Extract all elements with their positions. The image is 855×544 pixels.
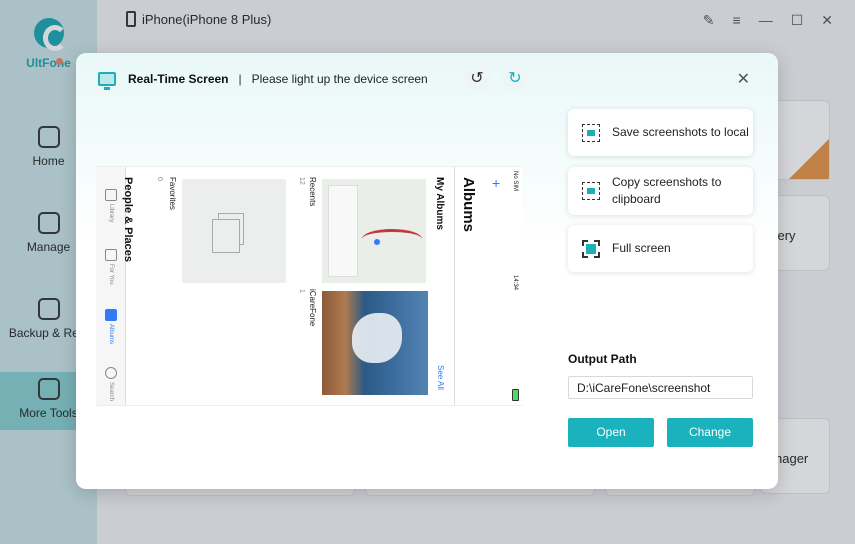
device-screen-preview[interactable]: Library For You Albums Search People & P… <box>96 166 522 406</box>
favorites-label: Favorites <box>168 177 177 210</box>
see-all-link: See All <box>436 365 445 390</box>
ios-tab-library: Library <box>100 189 122 222</box>
save-screenshot-icon <box>582 123 600 142</box>
dialog-subtitle: Please light up the device screen <box>251 72 428 86</box>
battery-icon <box>512 389 519 401</box>
albums-icon <box>105 309 117 321</box>
add-album-icon: + <box>492 175 501 191</box>
recents-label: Recents <box>308 177 317 207</box>
for-you-icon <box>105 249 117 261</box>
rotate-left-icon: ↺ <box>470 70 484 87</box>
ios-tab-search: Search <box>100 367 122 401</box>
ios-tab-albums: Albums <box>100 309 122 344</box>
recents-count: 12 <box>298 177 305 185</box>
my-albums-heading: My Albums <box>434 177 445 230</box>
change-button[interactable]: Change <box>667 418 753 447</box>
rotate-button[interactable]: ↺ <box>464 65 490 91</box>
copy-screenshot-icon <box>582 182 600 200</box>
people-places-heading: People & Places <box>122 177 134 262</box>
copy-screenshots-button[interactable]: Copy screenshots to clipboard <box>568 167 753 215</box>
close-icon[interactable]: ✕ <box>737 69 750 89</box>
output-path-label: Output Path <box>568 352 637 366</box>
search-icon <box>105 367 117 379</box>
icarefone-count: 1 <box>298 289 305 293</box>
empty-album-icon <box>212 213 244 253</box>
real-time-screen-dialog: Real-Time Screen | Please light up the d… <box>76 53 778 489</box>
full-screen-button[interactable]: Full screen <box>568 225 753 272</box>
recents-thumbnail <box>322 179 426 283</box>
photo-library-icon <box>105 189 117 201</box>
map-pin-icon <box>374 239 380 245</box>
icarefone-thumbnail <box>322 291 428 395</box>
output-path-field[interactable]: D:\iCareFone\screenshot <box>568 376 753 399</box>
save-screenshots-button[interactable]: Save screenshots to local <box>568 109 753 156</box>
monitor-icon <box>98 72 116 90</box>
favorites-thumbnail <box>182 179 286 283</box>
icarefone-label: iCareFone <box>308 289 317 327</box>
refresh-icon: ↻ <box>508 70 522 87</box>
albums-heading: Albums <box>460 177 477 233</box>
refresh-button[interactable]: ↻ <box>502 65 528 91</box>
favorites-count: 0 <box>156 177 163 181</box>
dialog-title: Real-Time Screen <box>128 72 229 86</box>
open-button[interactable]: Open <box>568 418 654 447</box>
ios-tab-for-you: For You <box>100 249 122 285</box>
dialog-header: Real-Time Screen | Please light up the d… <box>98 69 428 90</box>
status-time: 14:34 <box>512 275 518 291</box>
status-carrier: No SIM <box>512 171 518 192</box>
fullscreen-icon <box>582 239 600 258</box>
